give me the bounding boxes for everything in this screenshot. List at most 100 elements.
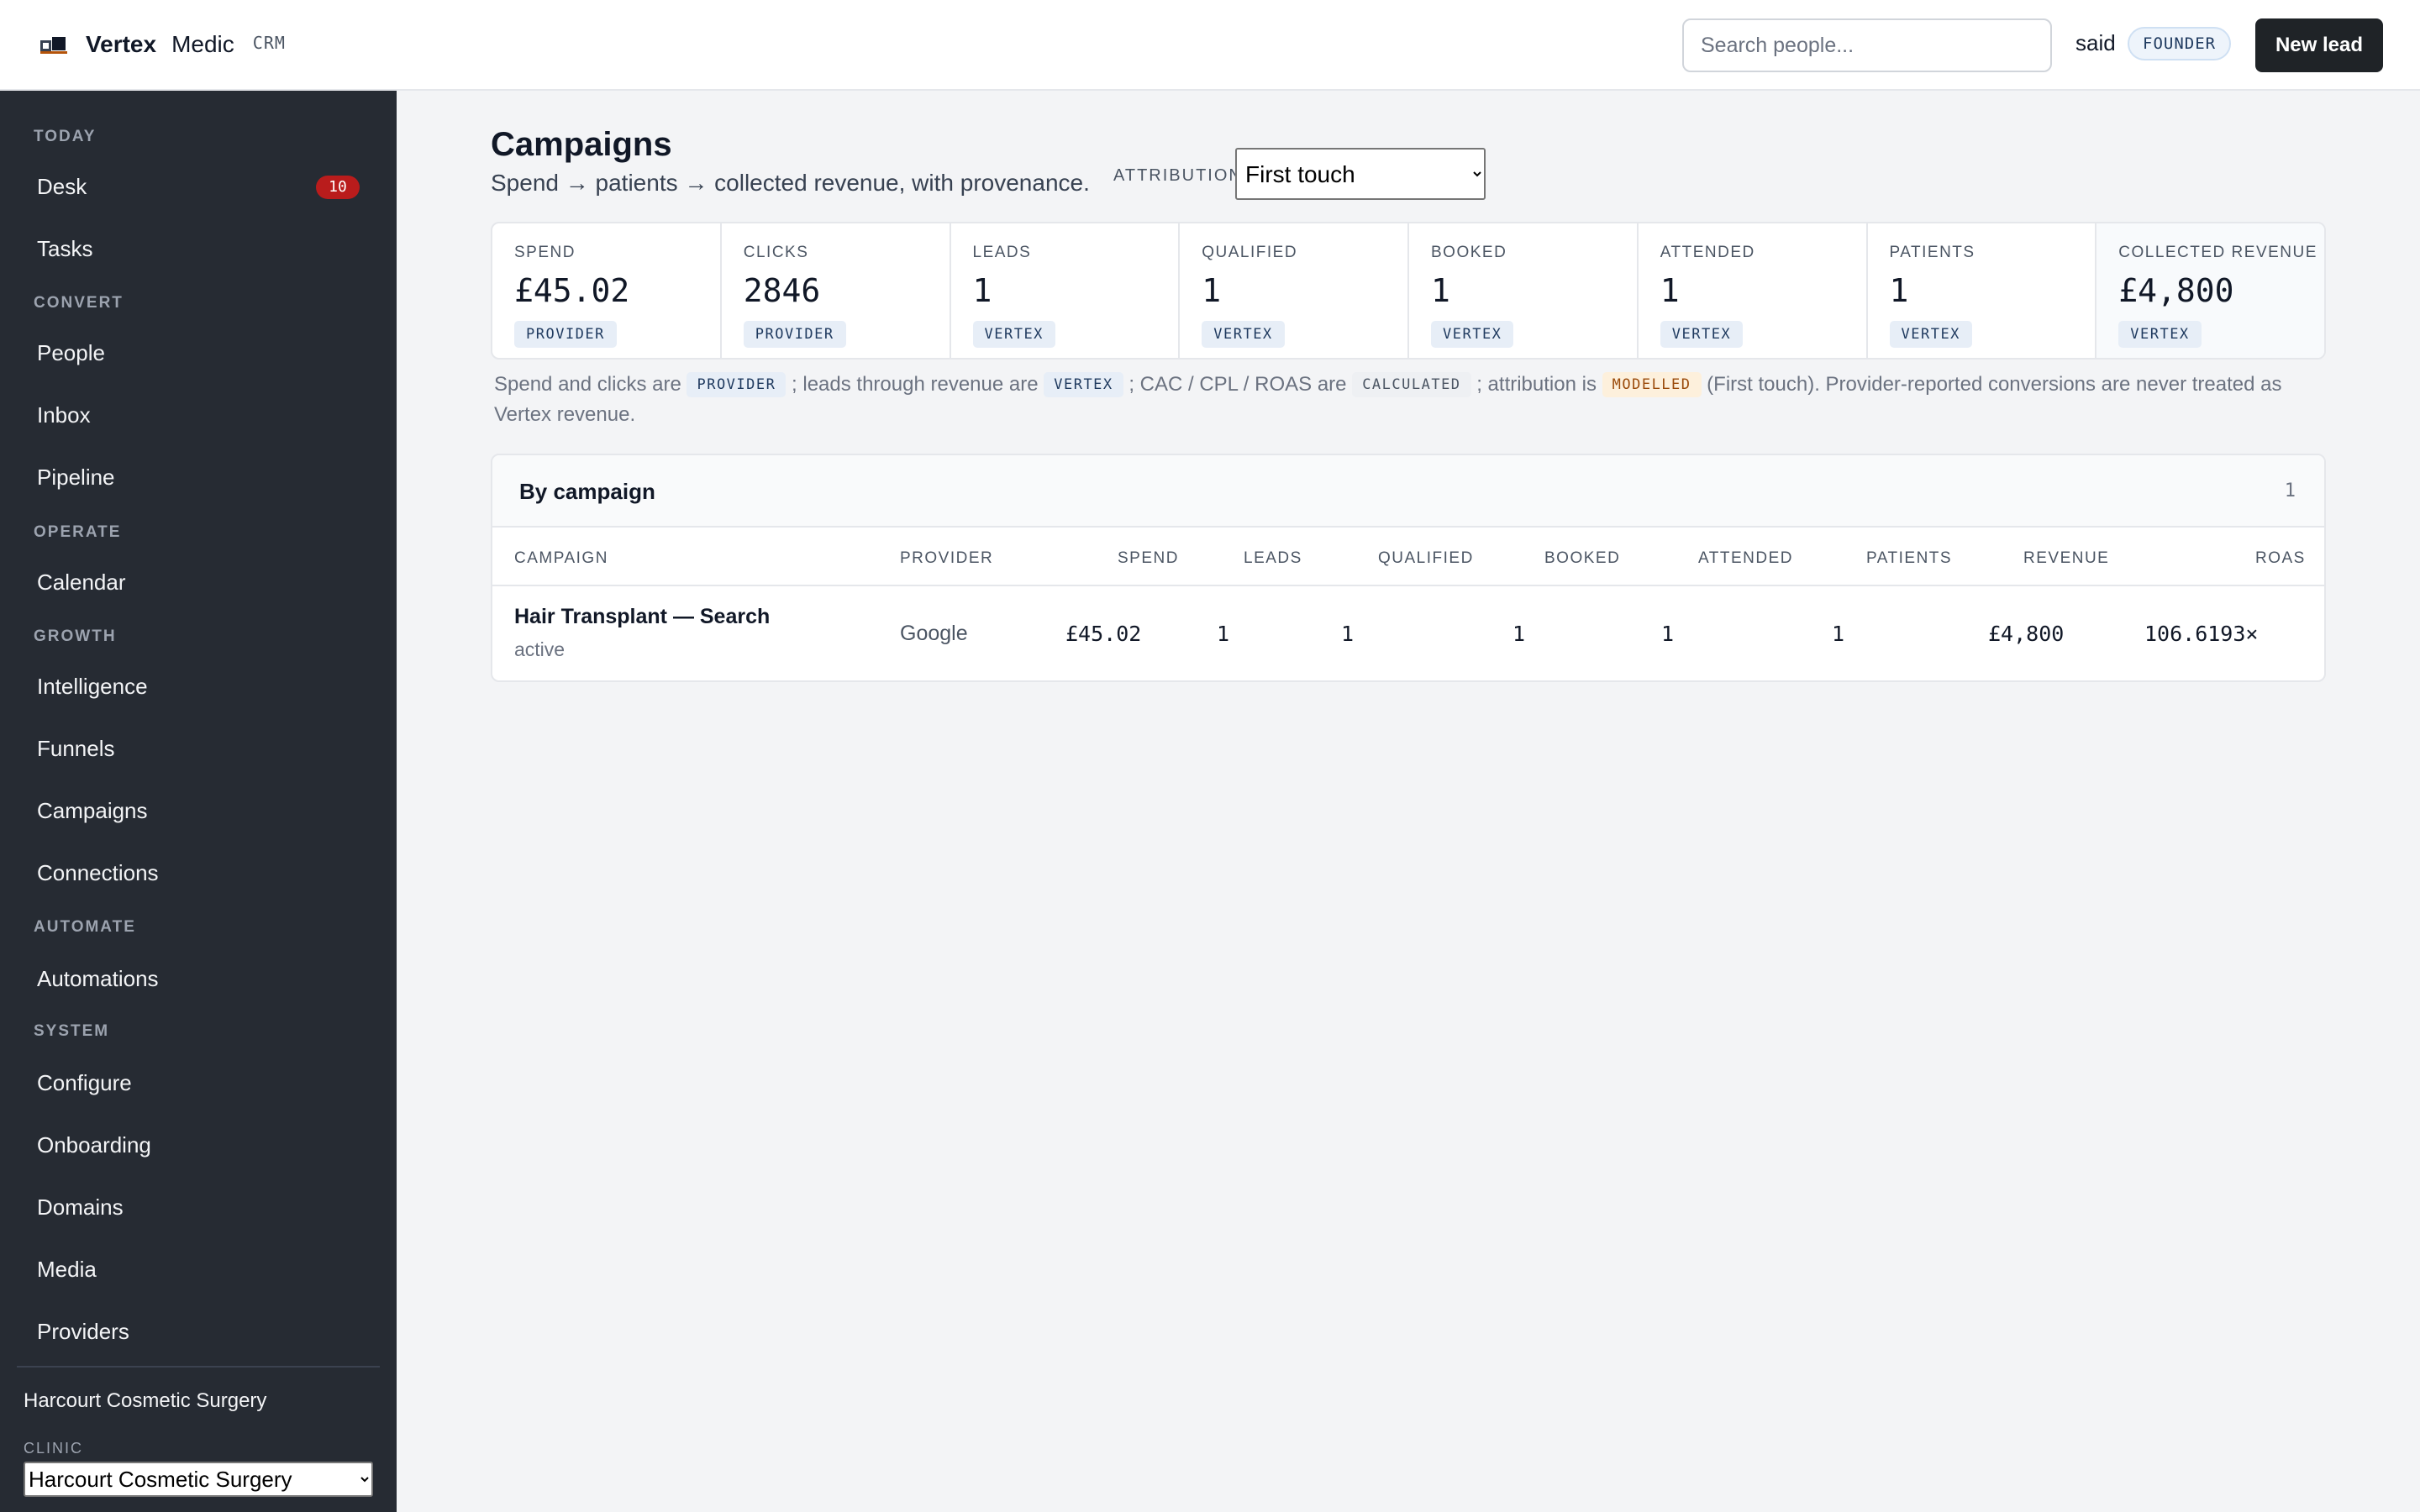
campaign-spend: £45.02 bbox=[1065, 622, 1142, 646]
kpi-leads: LEADS 1 VERTEX bbox=[951, 223, 1181, 358]
brand-name: Vertex bbox=[86, 31, 157, 57]
table-row[interactable]: Hair Transplant — Search active Google £… bbox=[492, 586, 2324, 680]
sidebar-item-label: Providers bbox=[37, 1318, 129, 1344]
column-header-provider[interactable]: PROVIDER bbox=[900, 549, 993, 568]
campaign-leads: 1 bbox=[1217, 622, 1230, 646]
brand-tag: CRM bbox=[252, 33, 286, 53]
sidebar-item-funnels[interactable]: Funnels bbox=[17, 721, 380, 776]
top-bar: Vertex Medic CRM said FOUNDER New lead bbox=[0, 0, 2420, 91]
source-badge: PROVIDER bbox=[743, 321, 846, 348]
clinic-name: Harcourt Cosmetic Surgery bbox=[24, 1389, 267, 1412]
note-text: Spend and clicks are bbox=[494, 373, 687, 396]
kpi-value: 1 bbox=[1660, 272, 1680, 309]
source-badge: VERTEX bbox=[1660, 321, 1744, 348]
section-label-growth: GROWTH bbox=[34, 627, 117, 645]
section-label-automate: AUTOMATE bbox=[34, 918, 136, 936]
user-name: said bbox=[2075, 30, 2116, 55]
kpi-label: SPEND bbox=[514, 244, 576, 261]
source-badge: VERTEX bbox=[1202, 321, 1285, 348]
kpi-attended: ATTENDED 1 VERTEX bbox=[1639, 223, 1868, 358]
sidebar-item-configure[interactable]: Configure bbox=[17, 1055, 380, 1110]
column-header-attended[interactable]: ATTENDED bbox=[1698, 549, 1793, 568]
sidebar-item-inbox[interactable]: Inbox bbox=[17, 387, 380, 443]
card-header: By campaign 1 bbox=[492, 455, 2324, 528]
section-label-system: SYSTEM bbox=[34, 1022, 110, 1040]
column-header-booked[interactable]: BOOKED bbox=[1544, 549, 1620, 568]
kpi-value: 1 bbox=[972, 272, 992, 309]
column-header-revenue[interactable]: REVENUE bbox=[2023, 549, 2109, 568]
page-title: Campaigns bbox=[491, 126, 672, 163]
sidebar-item-media[interactable]: Media bbox=[17, 1242, 380, 1297]
sidebar-item-tasks[interactable]: Tasks bbox=[17, 221, 380, 276]
source-badge: VERTEX bbox=[1889, 321, 1972, 348]
campaign-status: active bbox=[514, 638, 566, 660]
sidebar-item-desk[interactable]: Desk 10 bbox=[17, 159, 380, 214]
section-label-today: TODAY bbox=[34, 128, 97, 145]
source-badge: VERTEX bbox=[2118, 321, 2202, 348]
campaign-provider: Google bbox=[900, 622, 968, 645]
column-header-leads[interactable]: LEADS bbox=[1244, 549, 1302, 568]
sidebar-item-campaigns[interactable]: Campaigns bbox=[17, 783, 380, 838]
kpi-label: PATIENTS bbox=[1889, 244, 1975, 261]
sidebar-item-domains[interactable]: Domains bbox=[17, 1179, 380, 1235]
clinic-label: CLINIC bbox=[24, 1440, 84, 1457]
campaign-roas: 106.6193× bbox=[2144, 622, 2259, 646]
sidebar-item-onboarding[interactable]: Onboarding bbox=[17, 1117, 380, 1173]
column-header-spend[interactable]: SPEND bbox=[1118, 549, 1179, 568]
kpi-value: 1 bbox=[1431, 272, 1450, 309]
kpi-collected-revenue: COLLECTED REVENUE £4,800 VERTEX bbox=[2096, 223, 2324, 358]
kpi-label: BOOKED bbox=[1431, 244, 1507, 261]
sidebar-item-label: Connections bbox=[37, 859, 159, 885]
search-input[interactable] bbox=[1682, 18, 2052, 72]
sidebar-item-label: Automations bbox=[37, 965, 159, 991]
sidebar-item-calendar[interactable]: Calendar bbox=[17, 554, 380, 610]
sidebar-item-connections[interactable]: Connections bbox=[17, 845, 380, 900]
kpi-value: £4,800 bbox=[2118, 272, 2234, 309]
clinic-select[interactable]: Harcourt Cosmetic Surgery bbox=[24, 1462, 373, 1497]
sidebar-item-people[interactable]: People bbox=[17, 325, 380, 381]
attribution-label: ATTRIBUTION bbox=[1113, 166, 1243, 185]
sidebar-item-automations[interactable]: Automations bbox=[17, 951, 380, 1006]
sidebar-item-label: Desk bbox=[37, 173, 87, 199]
sidebar-item-label: Intelligence bbox=[37, 673, 148, 699]
kpi-label: LEADS bbox=[972, 244, 1032, 261]
sidebar-item-label: Configure bbox=[37, 1069, 132, 1095]
sidebar-item-label: Funnels bbox=[37, 735, 115, 761]
campaign-name[interactable]: Hair Transplant — Search bbox=[514, 605, 770, 629]
sidebar-item-label: Tasks bbox=[37, 235, 93, 261]
sidebar-item-label: Media bbox=[37, 1256, 97, 1282]
brand[interactable]: Vertex Medic CRM bbox=[40, 0, 286, 89]
campaign-revenue: £4,800 bbox=[1988, 622, 2065, 646]
kpi-spend: SPEND £45.02 PROVIDER bbox=[492, 223, 722, 358]
column-header-campaign[interactable]: CAMPAIGN bbox=[514, 549, 608, 568]
campaign-qualified: 1 bbox=[1341, 622, 1355, 646]
row-count: 1 bbox=[2284, 480, 2296, 501]
card-title: By campaign bbox=[519, 479, 655, 504]
source-badge: VERTEX bbox=[1431, 321, 1514, 348]
note-text: ; leads through revenue are bbox=[786, 373, 1044, 396]
kpi-booked: BOOKED 1 VERTEX bbox=[1409, 223, 1639, 358]
sidebar: TODAY Desk 10 Tasks CONVERT People Inbox… bbox=[0, 91, 397, 1512]
campaign-booked: 1 bbox=[1512, 622, 1526, 646]
source-badge: PROVIDER bbox=[514, 321, 617, 348]
sidebar-item-pipeline[interactable]: Pipeline bbox=[17, 449, 380, 505]
desk-count-badge: 10 bbox=[316, 176, 360, 199]
column-header-patients[interactable]: PATIENTS bbox=[1866, 549, 1952, 568]
attribution-select[interactable]: First touch bbox=[1235, 148, 1486, 200]
column-header-qualified[interactable]: QUALIFIED bbox=[1378, 549, 1474, 568]
section-label-convert: CONVERT bbox=[34, 294, 124, 312]
column-header-roas[interactable]: ROAS bbox=[2255, 549, 2306, 568]
sidebar-item-intelligence[interactable]: Intelligence bbox=[17, 659, 380, 714]
new-lead-button[interactable]: New lead bbox=[2255, 18, 2383, 72]
source-badge: VERTEX bbox=[972, 321, 1055, 348]
kpi-clicks: CLICKS 2846 PROVIDER bbox=[722, 223, 951, 358]
provider-chip: PROVIDER bbox=[687, 372, 786, 397]
kpi-label: CLICKS bbox=[743, 244, 809, 261]
sidebar-item-label: Domains bbox=[37, 1194, 124, 1220]
sidebar-item-providers[interactable]: Providers bbox=[17, 1304, 380, 1359]
sidebar-item-label: Inbox bbox=[37, 402, 91, 428]
vertex-chip: VERTEX bbox=[1044, 372, 1123, 397]
sidebar-item-label: Calendar bbox=[37, 569, 126, 595]
provenance-note: Spend and clicks are PROVIDER ; leads th… bbox=[494, 370, 2326, 430]
note-text: ; CAC / CPL / ROAS are bbox=[1123, 373, 1353, 396]
